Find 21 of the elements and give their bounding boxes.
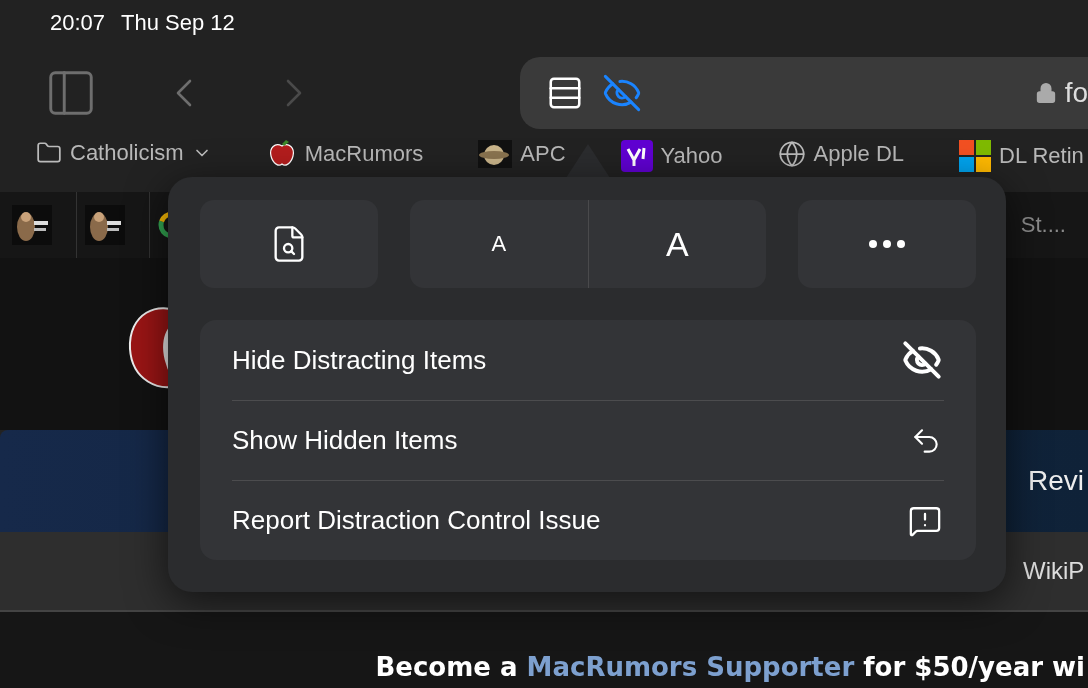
larger-text-button[interactable]: A: [587, 200, 766, 288]
supporter-link[interactable]: MacRumors Supporter: [526, 652, 855, 682]
banner-text: Become a: [375, 652, 518, 682]
address-bar[interactable]: fo: [520, 57, 1088, 129]
bookmark-link[interactable]: Catholicism: [70, 140, 184, 166]
menu-item[interactable]: Show Hidden Items: [232, 400, 944, 480]
bookmark-link[interactable]: MacRumors: [304, 141, 424, 167]
bookmark-link[interactable]: Yahoo: [660, 143, 723, 169]
smaller-text-button[interactable]: A: [410, 200, 588, 288]
bookmark-link[interactable]: DL Retin: [999, 143, 1084, 169]
menu-item[interactable]: Report Distraction Control Issue: [232, 480, 944, 560]
banner-text: for $50/year wi: [863, 652, 1085, 682]
subnav-tab[interactable]: WikiP: [1023, 557, 1088, 585]
status-date: Thu Sep 12: [121, 10, 235, 36]
bookmark-link[interactable]: Apple DL: [813, 141, 905, 167]
favorite-label[interactable]: St....: [1020, 212, 1066, 238]
bookmark-link[interactable]: APC: [520, 141, 566, 167]
nav-tab[interactable]: Revi: [1028, 465, 1088, 497]
address-text: fo: [1064, 77, 1088, 109]
menu-item[interactable]: Hide Distracting Items: [232, 320, 944, 400]
status-time: 20:07: [50, 10, 106, 36]
